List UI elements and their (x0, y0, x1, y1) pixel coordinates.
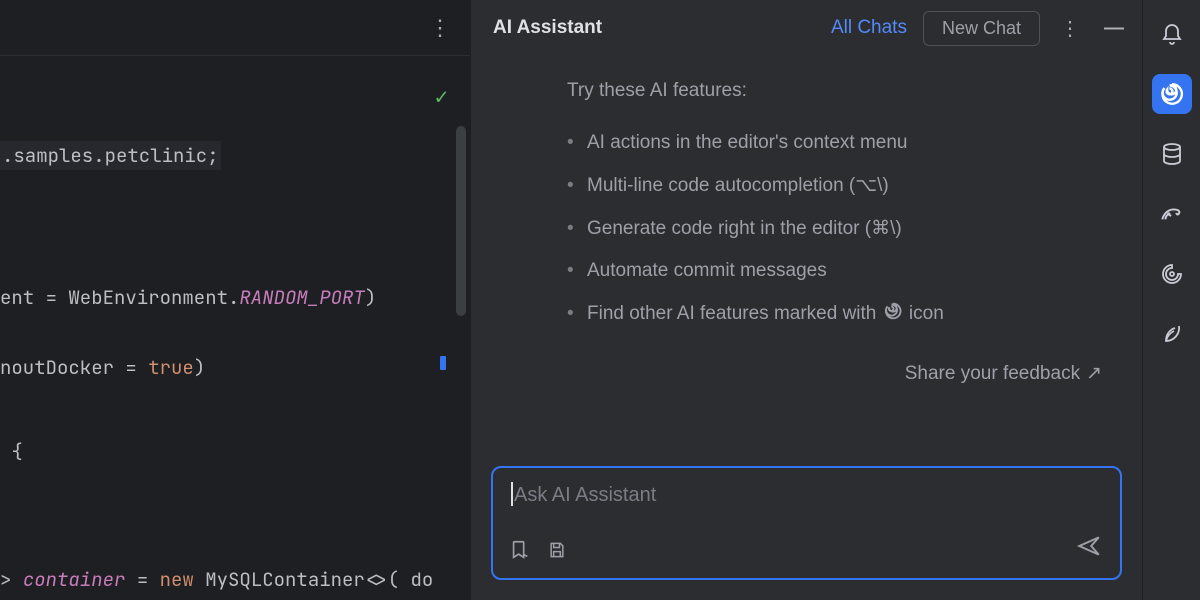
ai-input-area: Ask AI Assistant (471, 454, 1142, 600)
external-link-icon: ↗ (1086, 363, 1102, 384)
save-icon[interactable] (547, 540, 567, 565)
text-cursor-icon (511, 482, 513, 506)
code-line: > container = new MySQLContainer<>( do (0, 566, 433, 595)
bookmark-icon[interactable] (509, 539, 531, 566)
panel-minimize-icon[interactable]: ― (1100, 17, 1128, 40)
database-tool-button[interactable] (1152, 134, 1192, 174)
ai-panel-body: Try these AI features: AI actions in the… (471, 56, 1142, 454)
gutter-mark-icon (440, 356, 446, 370)
gradle-tool-button[interactable] (1152, 194, 1192, 234)
code-line: noutDocker = true) (0, 354, 205, 383)
code-line: { (0, 438, 23, 467)
analysis-ok-icon[interactable]: ✓ (435, 80, 448, 113)
spring-tool-button[interactable] (1152, 314, 1192, 354)
ai-assistant-panel: AI Assistant All Chats New Chat ⋮ ― Try … (470, 0, 1142, 600)
feature-list: AI actions in the editor's context menu … (567, 122, 1106, 336)
ai-chat-input[interactable]: Ask AI Assistant (491, 466, 1122, 580)
new-chat-button[interactable]: New Chat (923, 11, 1040, 46)
feature-item: Generate code right in the editor (⌘\) (567, 208, 1106, 251)
editor-tabbar: ⋮ (0, 0, 470, 56)
notifications-tool-button[interactable] (1152, 14, 1192, 54)
try-heading: Try these AI features: (567, 80, 1106, 102)
ai-panel-header: AI Assistant All Chats New Chat ⋮ ― (471, 0, 1142, 56)
code-editor[interactable]: ✓ .samples.petclinic; ent = WebEnvironme… (0, 56, 470, 600)
share-feedback-link[interactable]: Share your feedback↗ (567, 362, 1106, 385)
feature-item: AI actions in the editor's context menu (567, 122, 1106, 165)
code-line: .samples.petclinic; (0, 142, 221, 171)
coverage-tool-button[interactable] (1152, 254, 1192, 294)
editor-pane: ⋮ ✓ .samples.petclinic; ent = WebEnviron… (0, 0, 470, 600)
feature-item: Automate commit messages (567, 250, 1106, 293)
tabs-overflow-icon[interactable]: ⋮ (429, 15, 452, 41)
all-chats-link[interactable]: All Chats (831, 17, 907, 39)
input-placeholder: Ask AI Assistant (511, 482, 1102, 507)
ai-panel-title: AI Assistant (493, 17, 815, 39)
right-tool-strip (1142, 0, 1200, 600)
panel-more-icon[interactable]: ⋮ (1056, 16, 1084, 41)
send-icon[interactable] (1076, 533, 1102, 564)
feature-item: Multi-line code autocompletion (⌥\) (567, 165, 1106, 208)
ai-assistant-tool-button[interactable] (1152, 74, 1192, 114)
feature-item: Find other AI features marked with icon (567, 293, 1106, 336)
ai-spiral-icon (882, 300, 904, 322)
editor-scrollbar[interactable] (456, 126, 466, 316)
code-line: ent = WebEnvironment.RANDOM_PORT) (0, 284, 376, 313)
